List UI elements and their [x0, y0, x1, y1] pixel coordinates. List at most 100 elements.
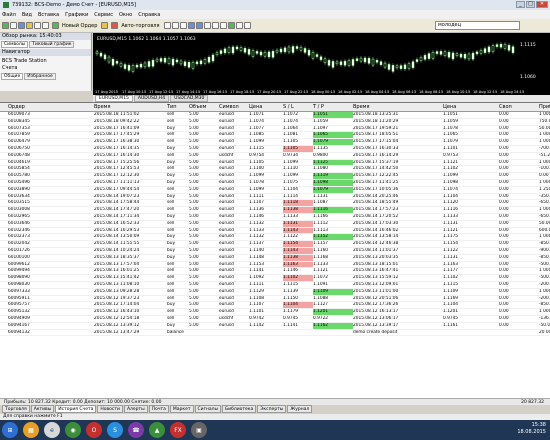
line-chart-icon[interactable]: [179, 22, 187, 29]
chart-tab-usdcad[interactable]: USDCAD,M30: [170, 95, 209, 102]
table-row[interactable]: 60099494 2015.08.13 16:01:25 sell 5.00 eurus…: [0, 268, 550, 276]
table-row[interactable]: 60094167 2015.08.12 13:39:12 buy 5.00 eurusd…: [0, 322, 550, 330]
fx-pro-icon[interactable]: FX: [170, 422, 186, 438]
menu-help[interactable]: Справка: [138, 12, 160, 18]
table-row[interactable]: 60095911 2015.08.12 19:37:23 sell 5.00 eurus…: [0, 296, 550, 303]
new-chart-icon[interactable]: [2, 22, 9, 29]
profiles-icon[interactable]: [10, 22, 17, 29]
col-close-price[interactable]: Цена: [443, 103, 499, 111]
col-open-price[interactable]: Цена: [249, 103, 283, 111]
search-input[interactable]: молодец: [435, 21, 520, 30]
zoom-in-icon[interactable]: [187, 22, 195, 29]
viber-icon[interactable]: ☎: [128, 422, 144, 438]
skype-icon[interactable]: S: [107, 422, 123, 438]
menu-view[interactable]: Вид: [22, 12, 32, 18]
menu-charts[interactable]: Графики: [65, 12, 88, 18]
table-row[interactable]: 60099612 2015.08.13 17:57:04 sell 5.00 eurus…: [0, 261, 550, 269]
tab-common[interactable]: Общие: [1, 73, 24, 80]
chrome-icon[interactable]: ◉: [65, 422, 81, 438]
tab-mailbox[interactable]: Почта: [148, 405, 169, 413]
tab-news[interactable]: Новости: [97, 405, 123, 413]
table-row[interactable]: 60107353 2015.08.17 16:41:09 buy 5.00 eurusd…: [0, 126, 550, 133]
table-row[interactable]: 60105496 2015.08.17 11:11:13 buy 5.00 eurusd…: [0, 179, 550, 187]
table-row[interactable]: 60103890 2015.08.17 09:44:54 sell 5.00 eurus…: [0, 186, 550, 194]
new-order-button[interactable]: Новый Ордер: [52, 21, 99, 31]
ie-icon[interactable]: e: [44, 422, 60, 438]
table-row[interactable]: 60103515 2015.08.14 17:58:44 sell 5.00 eurus…: [0, 200, 550, 208]
tester-icon[interactable]: [42, 22, 49, 29]
editor-icon[interactable]: [101, 22, 109, 29]
table-row[interactable]: 60102965 2015.08.14 17:11:34 buy 5.00 eurusd…: [0, 214, 550, 221]
tab-journal[interactable]: Журнал: [287, 405, 313, 413]
menu-file[interactable]: Файл: [2, 12, 16, 18]
col-volume[interactable]: Объем: [189, 103, 219, 111]
tab-alerts[interactable]: Алерты: [123, 405, 148, 413]
tab-market[interactable]: Маркет: [169, 405, 194, 413]
col-order[interactable]: Ордер: [0, 103, 94, 111]
indicators-icon[interactable]: [227, 22, 235, 29]
market-watch-icon[interactable]: [18, 22, 25, 29]
table-row[interactable]: 60105780 2015.08.17 12:12:30 buy 5.00 eurusd…: [0, 173, 550, 180]
price-chart[interactable]: EURUSD,M15 1.1062 1.1064 1.1057 1.1063 1…: [93, 33, 550, 95]
table-row[interactable]: 60102373 2015.08.14 13:50:09 buy 5.00 eurusd…: [0, 234, 550, 242]
tile-icon[interactable]: [203, 22, 211, 29]
terminal-icon[interactable]: [34, 22, 41, 29]
col-swap[interactable]: Своп: [499, 103, 539, 111]
menu-insert[interactable]: Вставка: [38, 12, 59, 18]
navigator-icon[interactable]: [26, 22, 33, 29]
table-row[interactable]: 60095132 2015.08.12 16:43:10 sell 5.00 eurus…: [0, 309, 550, 316]
table-row[interactable]: 60102346 2015.08.14 16:29:53 sell 5.00 eurus…: [0, 227, 550, 235]
table-row[interactable]: 60104619 2015.08.17 15:25:56 buy 5.00 eurusd…: [0, 159, 550, 167]
table-row[interactable]: 60094909 2015.08.12 12:54:18 sell 5.00 usdch…: [0, 316, 550, 323]
table-row[interactable]: 60109073 2015.08.18 11:51:02 sell 5.00 eurus…: [0, 112, 550, 119]
chart-tab-eurusd[interactable]: EURUSD,M15: [95, 95, 133, 102]
tab-exposure[interactable]: Активы: [30, 405, 55, 413]
col-tp[interactable]: T / P: [313, 103, 353, 111]
terminal-app-icon[interactable]: ▲: [149, 422, 165, 438]
templates-icon[interactable]: [243, 22, 251, 29]
table-row[interactable]: 60106479 2015.08.17 16:38:30 sell 5.00 eurus…: [0, 139, 550, 146]
col-sl[interactable]: S / L: [283, 103, 313, 111]
shift-icon[interactable]: [219, 22, 227, 29]
col-symbol[interactable]: Символ: [219, 103, 249, 111]
col-open-time[interactable]: Время: [94, 103, 167, 111]
menu-tools[interactable]: Сервис: [94, 12, 113, 18]
close-button[interactable]: ✕: [536, 1, 548, 8]
table-row[interactable]: 60106748 2015.08.17 16:14:30 sell 5.00 usdch…: [0, 153, 550, 160]
zoom-out-icon[interactable]: [195, 22, 203, 29]
table-row[interactable]: 60098030 2015.08.13 11:08:10 sell 5.00 eurus…: [0, 282, 550, 289]
table-row[interactable]: 60108345 2015.08.18 09:42:22 sell 5.00 eurus…: [0, 119, 550, 126]
tab-trade[interactable]: Торговля: [2, 405, 30, 413]
opera-icon[interactable]: O: [86, 422, 102, 438]
chart-tab-audusd[interactable]: AUDUSD,H4: [133, 95, 170, 102]
periods-icon[interactable]: [235, 22, 243, 29]
app-icon-extra[interactable]: ▣: [191, 422, 207, 438]
table-row[interactable]: 60103634 2015.08.14 19:07:23 buy 5.00 eurusd…: [0, 194, 550, 201]
table-row[interactable]: 60102042 2015.08.14 11:55:55 buy 5.00 eurusd…: [0, 241, 550, 248]
table-row[interactable]: 60095757 2015.08.12 17:14:04 buy 5.00 eurusd…: [0, 302, 550, 310]
col-type[interactable]: Тип: [167, 103, 189, 111]
menu-window[interactable]: Окно: [119, 12, 132, 18]
table-row[interactable]: 60103008 2015.08.14 17:47:20 sell 5.00 eurus…: [0, 207, 550, 214]
bar-chart-icon[interactable]: [163, 22, 171, 29]
table-row[interactable]: 60101726 2015.08.14 10:24:24 buy 5.00 eurusd…: [0, 247, 550, 255]
explorer-icon[interactable]: ▦: [23, 422, 39, 438]
col-close-time[interactable]: Время: [353, 103, 443, 111]
tab-history[interactable]: История Счета: [55, 405, 97, 413]
tab-tick-chart[interactable]: Тиковый график: [29, 41, 75, 48]
table-row[interactable]: 60106750 2015.08.17 16:14:35 buy 5.00 eurusd…: [0, 145, 550, 153]
nav-item-accounts[interactable]: Счета: [2, 65, 91, 72]
col-profit[interactable]: Прибыль: [539, 103, 550, 111]
candle-chart-icon[interactable]: [171, 22, 179, 29]
chart-svg[interactable]: EURUSD,M15 1.1062 1.1064 1.1057 1.1063 1…: [93, 33, 550, 95]
tab-experts[interactable]: Эксперты: [257, 405, 287, 413]
tab-library[interactable]: Библиотека: [222, 405, 257, 413]
autotrade-button[interactable]: Авто-торговля: [111, 21, 161, 31]
table-row[interactable]: 60107859 2015.08.17 17:45:29 sell 5.00 eurus…: [0, 132, 550, 140]
table-row[interactable]: 60094132 2015.08.12 13:47:29 balance demo c…: [0, 330, 550, 337]
tab-favorites[interactable]: Избранное: [24, 73, 56, 80]
table-row[interactable]: 60097333 2015.08.13 09:28:28 sell 5.00 eurus…: [0, 288, 550, 296]
table-row[interactable]: 60100100 2015.08.13 18:35:37 buy 5.00 eurusd…: [0, 254, 550, 262]
table-row[interactable]: 60105854 2015.08.17 12:45:53 sell 5.00 eurus…: [0, 166, 550, 174]
tab-symbols[interactable]: Символы: [1, 41, 29, 48]
